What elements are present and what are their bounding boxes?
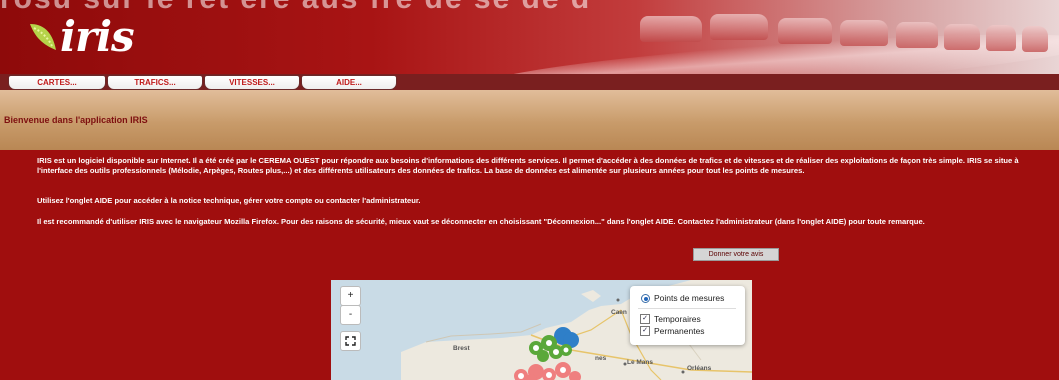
city-le-mans: Le Mans <box>627 359 653 366</box>
leaf-icon <box>28 20 58 54</box>
map-view[interactable]: Brest Caen Le Mans Orléans nes + - Point… <box>331 280 752 380</box>
cars-graphic <box>640 6 1059 52</box>
intro-paragraph: IRIS est un logiciel disponible sur Inte… <box>37 156 1019 175</box>
temporaires-checkbox[interactable]: ✓ <box>640 314 650 324</box>
fullscreen-icon <box>345 336 356 346</box>
help-paragraph: Utilisez l'onglet AIDE pour accéder à la… <box>37 196 421 205</box>
browser-paragraph: Il est recommandé d'utiliser IRIS avec l… <box>37 217 925 226</box>
main-content: IRIS est un logiciel disponible sur Inte… <box>0 150 1059 380</box>
zoom-out-button[interactable]: - <box>340 305 361 325</box>
city-brest: Brest <box>453 345 470 352</box>
iris-logo[interactable]: iris <box>28 12 135 61</box>
city-caen: Caen <box>611 309 627 316</box>
layer-control: Points de mesures ✓ Temporaires ✓ Perman… <box>630 286 745 345</box>
page-title: Bienvenue dans l'application IRIS <box>4 115 148 125</box>
fullscreen-button[interactable] <box>340 331 361 351</box>
menu-cartes-button[interactable]: CARTES... <box>8 75 106 90</box>
menu-trafics-button[interactable]: TRAFICS... <box>107 75 203 90</box>
zoom-in-button[interactable]: + <box>340 286 361 306</box>
city-rennes: nes <box>595 355 607 362</box>
menu-bar: CARTES... TRAFICS... VITESSES... AIDE... <box>0 74 1059 90</box>
temporaires-label: Temporaires <box>654 314 701 324</box>
menu-vitesses-button[interactable]: VITESSES... <box>204 75 300 90</box>
welcome-band: Bienvenue dans l'application IRIS <box>0 90 1059 150</box>
menu-aide-button[interactable]: AIDE... <box>301 75 397 90</box>
city-orleans: Orléans <box>687 365 712 372</box>
permanentes-checkbox[interactable]: ✓ <box>640 326 650 336</box>
logo-text: iris <box>60 12 135 61</box>
points-radio[interactable] <box>641 294 650 303</box>
give-feedback-button[interactable]: Donner votre avis <box>693 248 779 261</box>
layer-divider <box>638 308 736 309</box>
permanentes-label: Permanentes <box>654 326 705 336</box>
header-banner: rosu sur le ret ere aus fre de se de d i… <box>0 0 1059 74</box>
points-label: Points de mesures <box>654 293 725 303</box>
